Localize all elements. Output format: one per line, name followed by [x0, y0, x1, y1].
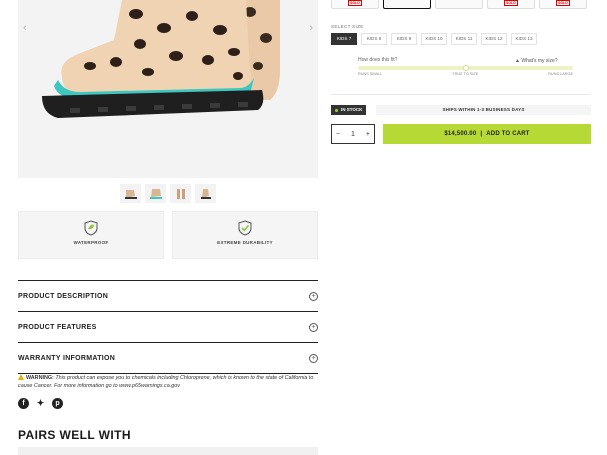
color-swatch[interactable] — [435, 0, 483, 9]
divider — [331, 94, 591, 95]
plus-circle-icon: + — [309, 322, 318, 332]
size-option-kids-11[interactable]: KIDS 11 — [451, 33, 477, 45]
sold-out-badge: SOLD — [348, 0, 362, 6]
leopard-rain-boots-image — [42, 0, 280, 118]
fit-question: How does this fit? — [358, 57, 398, 63]
size-guide-link-label: What's my size? — [521, 58, 558, 64]
thumbnail-2[interactable] — [145, 184, 166, 203]
color-swatch[interactable]: SOLD — [331, 0, 379, 9]
thumbnail-1[interactable] — [120, 184, 141, 203]
pinterest-icon[interactable]: p — [52, 398, 63, 409]
accordion-product-description[interactable]: PRODUCT DESCRIPTION + — [18, 281, 318, 312]
product-image-gallery[interactable]: ‹ › — [18, 0, 318, 178]
feature-card-durability: Extreme Durability — [172, 211, 318, 259]
accordion-warranty-information[interactable]: WARRANTY INFORMATION + — [18, 343, 318, 374]
warning-icon — [18, 374, 24, 380]
product-info-accordion: PRODUCT DESCRIPTION + PRODUCT FEATURES +… — [18, 280, 318, 374]
facebook-icon[interactable]: f — [18, 398, 29, 409]
fit-meter — [358, 65, 573, 71]
social-share: f ✦ p — [18, 398, 63, 409]
accordion-label: PRODUCT FEATURES — [18, 323, 97, 331]
pairs-well-with-carousel — [18, 447, 318, 455]
size-option-kids-9[interactable]: KIDS 9 — [391, 33, 417, 45]
size-guide-link[interactable]: ▲ What's my size? — [515, 58, 558, 64]
thumbnail-3[interactable] — [170, 184, 191, 203]
accordion-label: WARRANTY INFORMATION — [18, 354, 116, 362]
size-option-kids-7[interactable]: KIDS 7 — [331, 33, 357, 45]
size-selector: KIDS 7 KIDS 8 KIDS 9 KIDS 10 KIDS 11 KID… — [331, 33, 537, 45]
fit-scale: RUNS SMALL TRUE TO SIZE RUNS LARGE — [358, 72, 573, 76]
fit-scale-large: RUNS LARGE — [548, 72, 573, 76]
color-swatch-selected[interactable] — [383, 0, 431, 9]
check-shield-icon — [238, 220, 252, 236]
twitter-icon[interactable]: ✦ — [35, 398, 46, 409]
gallery-thumbnails — [120, 184, 216, 203]
fit-meter-marker — [462, 65, 469, 71]
size-option-kids-13[interactable]: KIDS 13 — [511, 33, 537, 45]
leaf-shield-icon — [84, 220, 98, 236]
size-option-kids-10[interactable]: KIDS 10 — [421, 33, 447, 45]
sold-out-badge: SOLD — [504, 0, 518, 6]
in-stock-badge: IN STOCK — [331, 105, 367, 115]
size-option-kids-12[interactable]: KIDS 12 — [481, 33, 507, 45]
gallery-prev-arrow[interactable]: ‹ — [23, 22, 27, 34]
add-to-cart-label: ADD TO CART — [486, 131, 530, 137]
fit-scale-small: RUNS SMALL — [358, 72, 383, 76]
quantity-stepper: − 1 + — [331, 124, 375, 144]
color-swatches: SOLD SOLD SOLD — [331, 0, 587, 9]
thumbnail-4[interactable] — [195, 184, 216, 203]
warning-lead: WARNING: — [26, 375, 54, 381]
plus-circle-icon: + — [309, 353, 318, 363]
ruler-icon: ▲ — [515, 58, 520, 64]
plus-circle-icon: + — [309, 291, 318, 301]
accordion-product-features[interactable]: PRODUCT FEATURES + — [18, 312, 318, 343]
feature-card-waterproof: Waterproof — [18, 211, 164, 259]
size-option-kids-8[interactable]: KIDS 8 — [361, 33, 387, 45]
add-to-cart-button[interactable]: $14,500.00 | ADD TO CART — [383, 124, 591, 144]
feature-label: Extreme Durability — [217, 240, 273, 245]
prop65-warning: WARNING: This product can expose you to … — [18, 374, 318, 390]
color-swatch[interactable]: SOLD — [487, 0, 535, 9]
quantity-decrease-button[interactable]: − — [336, 131, 340, 138]
shipping-info: SHIPS WITHIN 1-3 BUSINESS DAYS — [376, 105, 591, 115]
quantity-increase-button[interactable]: + — [366, 131, 370, 138]
price-label: $14,500.00 — [444, 131, 477, 137]
fit-scale-true: TRUE TO SIZE — [452, 72, 479, 76]
sold-out-badge: SOLD — [556, 0, 570, 6]
gallery-next-arrow[interactable]: › — [309, 22, 313, 34]
quantity-value[interactable]: 1 — [351, 131, 355, 138]
select-size-label: SELECT SIZE — [331, 24, 364, 29]
feature-label: Waterproof — [73, 240, 109, 245]
warning-text: This product can expose you to chemicals… — [18, 375, 314, 389]
pairs-well-with-heading: PAIRS WELL WITH — [18, 428, 131, 442]
accordion-label: PRODUCT DESCRIPTION — [18, 292, 109, 300]
color-swatch[interactable]: SOLD — [539, 0, 587, 9]
separator: | — [480, 131, 483, 137]
